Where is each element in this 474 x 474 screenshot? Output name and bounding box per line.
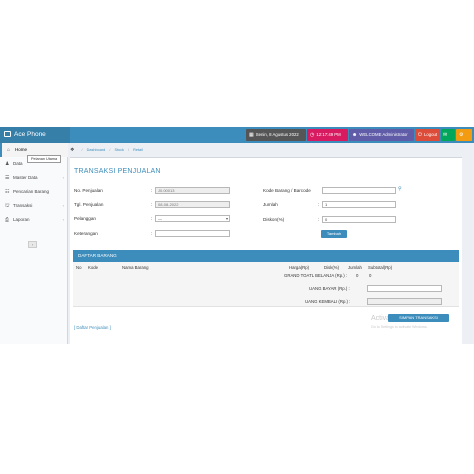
laptop-icon xyxy=(4,131,11,138)
home-icon[interactable]: ❖ xyxy=(70,147,74,153)
clock-icon: ◷ xyxy=(310,132,315,138)
diskon-label: Diskon(%) xyxy=(263,217,285,222)
sidebar-item-master-data[interactable]: ☰ Master Data ‹ xyxy=(0,171,68,185)
sidebar: ⌂ Home ♟ Data ☰ Master Data ‹ ☷ Pencarian Bar… xyxy=(0,143,68,344)
kode-barang-label: Kode Barang / Barcode xyxy=(263,188,311,193)
home-icon: ⌂ xyxy=(7,147,11,153)
diskon-input[interactable]: 0 xyxy=(322,216,396,223)
breadcrumb-stock[interactable]: Stock xyxy=(114,148,124,152)
column-jumlah: Jumlah xyxy=(348,265,362,270)
pelanggan-select[interactable]: — xyxy=(155,215,230,222)
daftar-penjualan-link[interactable]: [ Daftar Penjualan ] xyxy=(74,325,111,330)
page-title: TRANSAKSI PENJUALAN xyxy=(74,168,161,175)
print-icon: ⎙ xyxy=(5,217,10,223)
logout-button[interactable]: ⏻ Logout xyxy=(415,129,440,141)
uang-bayar-input[interactable] xyxy=(367,285,442,292)
search-list-icon: ☷ xyxy=(5,189,10,195)
main-panel: TRANSAKSI PENJUALAN No. Penjualan : J0.0… xyxy=(70,157,462,344)
breadcrumb-retail[interactable]: Retail xyxy=(133,148,143,152)
keterangan-input[interactable] xyxy=(155,230,230,237)
pelanggan-label: Pelanggan xyxy=(74,216,96,221)
uang-kembali-field[interactable] xyxy=(367,298,442,305)
column-nama-barang: Nama Barang xyxy=(122,265,149,270)
gear-icon: ⚙ xyxy=(459,132,464,138)
kode-barang-input[interactable] xyxy=(322,187,396,194)
column-no: No xyxy=(76,265,82,270)
brand-logo[interactable]: Ace Phone xyxy=(0,127,70,143)
list-icon: ☰ xyxy=(5,175,10,181)
column-harga: Harga(Rp) xyxy=(289,265,310,270)
chevron-left-icon: ‹ xyxy=(62,217,64,222)
search-icon[interactable]: ⚲ xyxy=(398,186,402,192)
sidebar-collapse-button[interactable]: ‹ xyxy=(28,241,37,248)
sidebar-item-laporan[interactable]: ⎙ Laporan ‹ xyxy=(0,213,68,227)
envelope-icon: ✉ xyxy=(443,132,448,138)
sidebar-item-transaksi[interactable]: ⛫ Transaksi ‹ xyxy=(0,199,68,213)
calendar-icon: ▦ xyxy=(249,132,254,138)
sidebar-item-pencarian-barang[interactable]: ☷ Pencarian Barang xyxy=(0,185,68,199)
column-diskon: Disk(%) xyxy=(324,265,340,270)
user-icon: ☻ xyxy=(352,132,358,138)
power-icon: ⏻ xyxy=(418,132,422,138)
date-badge: ▦ Senin, 8 Agustus 2022 xyxy=(246,129,306,141)
settings-button[interactable]: ⚙ xyxy=(456,129,472,141)
user-icon: ♟ xyxy=(5,161,10,167)
activate-windows-subtitle: Go to Settings to activate Windows. xyxy=(371,325,428,329)
daftar-barang-header: DAFTAR BARANG xyxy=(73,250,459,262)
top-navbar: Ace Phone ▦ Senin, 8 Agustus 2022 ◷ 12:17:… xyxy=(0,127,474,143)
grand-total-value: 0 xyxy=(369,273,372,278)
uang-kembali-label: UANG KEMBALI (Rp.) : xyxy=(305,299,351,304)
sidebar-tooltip: Pelanan Utama xyxy=(27,155,62,163)
chevron-left-icon: ‹ xyxy=(62,175,64,180)
cart-icon: ⛫ xyxy=(5,203,10,209)
column-kode: Kode xyxy=(88,265,99,270)
no-penjualan-field[interactable]: J0.00013 xyxy=(155,187,230,194)
daftar-barang-table: No Kode Nama Barang Harga(Rp) Disk(%) Ju… xyxy=(73,262,459,307)
tambah-button[interactable]: Tambah xyxy=(321,230,347,238)
column-subtotal: Subtotal(Rp) xyxy=(368,265,393,270)
user-menu[interactable]: ☻ WELCOME Administrator xyxy=(349,129,414,141)
tgl-penjualan-field[interactable]: 08-08-2022 xyxy=(155,201,230,208)
uang-bayar-label: UANG BAYAR (Rp.) : xyxy=(309,286,350,291)
breadcrumb-dashboard[interactable]: Dashboard xyxy=(87,148,106,152)
breadcrumb: ❖ / Dashboard / Stock / Retail xyxy=(70,147,143,153)
messages-button[interactable]: ✉ xyxy=(441,129,455,141)
jumlah-input[interactable]: 1 xyxy=(322,201,396,208)
keterangan-label: Keterangan xyxy=(74,231,98,236)
grand-total-label: GRAND TOATL BELANJA (Rp.) : xyxy=(284,273,348,278)
jumlah-label: Jumlah xyxy=(263,202,278,207)
brand-name: Ace Phone xyxy=(14,131,46,138)
chevron-left-icon: ‹ xyxy=(31,242,34,247)
time-badge: ◷ 12:17:49 PM xyxy=(307,129,348,141)
grand-total-qty: 0 xyxy=(356,273,359,278)
app-window: Ace Phone ▦ Senin, 8 Agustus 2022 ◷ 12:17:… xyxy=(0,127,474,344)
no-penjualan-label: No. Penjualan xyxy=(74,188,103,193)
simpan-transaksi-button[interactable]: SIMPAN TRANSAKSI xyxy=(388,314,449,322)
tgl-penjualan-label: Tgl. Penjualan xyxy=(74,202,104,207)
chevron-left-icon: ‹ xyxy=(62,203,64,208)
